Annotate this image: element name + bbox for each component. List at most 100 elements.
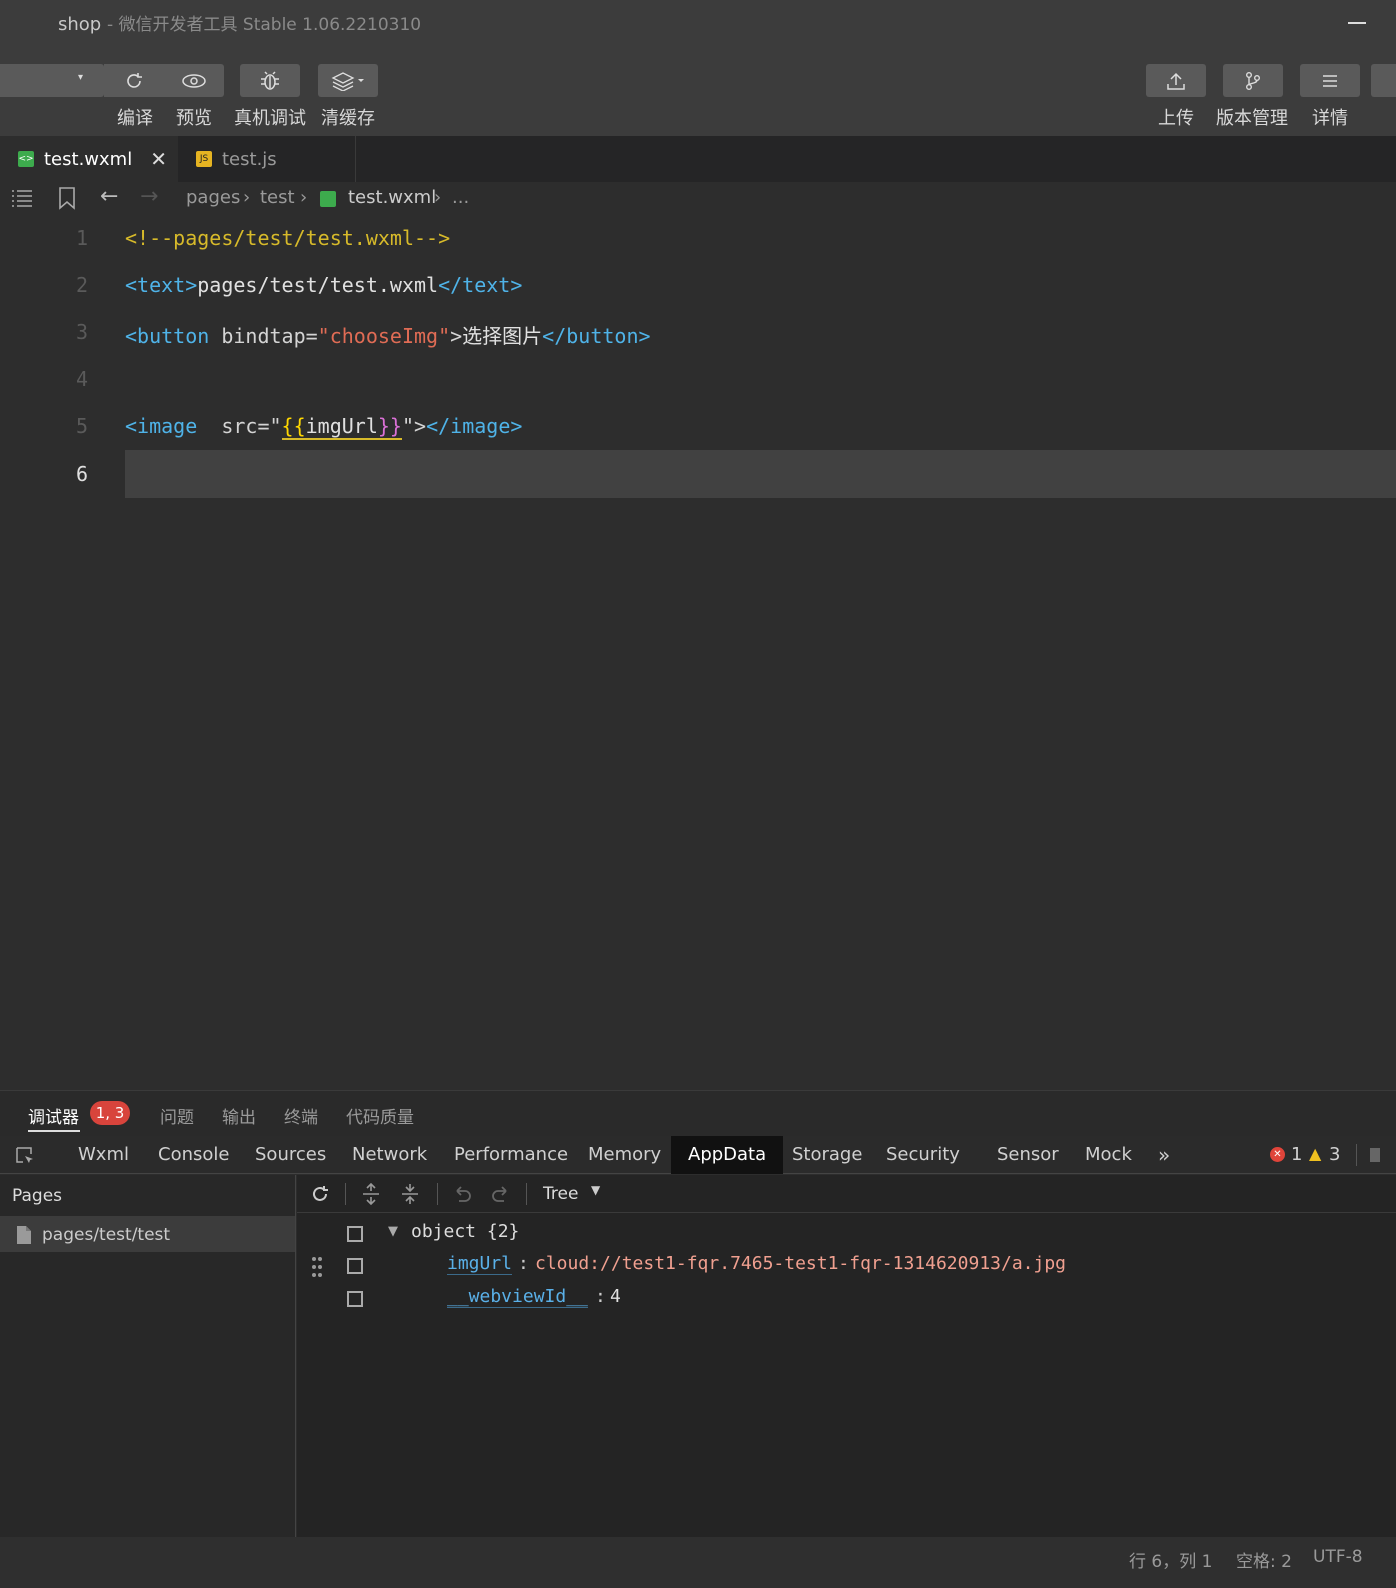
compile-label: 编译	[117, 108, 153, 129]
compile-button[interactable]	[104, 64, 164, 97]
error-count[interactable]: 1	[1291, 1136, 1302, 1174]
upload-button[interactable]	[1146, 64, 1206, 97]
window-title: shop - 微信开发者工具 Stable 1.06.2210310	[58, 14, 422, 35]
divider	[1356, 1144, 1357, 1166]
warning-icon[interactable]: ▲	[1309, 1144, 1321, 1163]
tab-issues[interactable]: 问题	[160, 1103, 194, 1128]
tab-code-quality[interactable]: 代码质量	[346, 1103, 414, 1128]
divider	[526, 1183, 527, 1205]
breadcrumb-more[interactable]: ...	[452, 187, 469, 208]
chevron-down-icon: ▾	[78, 72, 84, 83]
tab-debugger[interactable]: 调试器	[28, 1103, 79, 1128]
remote-debug-button[interactable]	[240, 64, 300, 97]
more-toolbar-button[interactable]	[1371, 64, 1396, 97]
data-key[interactable]: __webviewId__	[447, 1286, 588, 1308]
row-checkbox[interactable]	[347, 1291, 363, 1307]
divider	[437, 1183, 438, 1205]
line-number: 5	[75, 414, 88, 438]
more-tabs-icon[interactable]: »	[1158, 1136, 1170, 1174]
data-value[interactable]: cloud://test1-fqr.7465-test1-fqr-1314620…	[535, 1253, 1066, 1274]
indentation[interactable]: 空格: 2	[1236, 1547, 1292, 1572]
tab-output[interactable]: 输出	[222, 1103, 256, 1128]
clear-cache-button[interactable]	[318, 64, 378, 97]
chevron-down-icon[interactable]: ▼	[591, 1183, 600, 1197]
cursor-position[interactable]: 行 6，列 1	[1129, 1547, 1212, 1572]
bug-icon	[261, 70, 279, 90]
code-editor[interactable]: 1 2 3 4 5 6 <!--pages/test/test.wxml--> …	[0, 216, 1396, 1090]
preview-button[interactable]	[164, 64, 224, 97]
breadcrumb-test[interactable]: test	[260, 187, 295, 208]
collapse-all-icon[interactable]	[400, 1183, 420, 1205]
details-label: 详情	[1312, 108, 1348, 129]
redo-icon[interactable]	[490, 1183, 512, 1205]
outline-icon[interactable]	[10, 188, 34, 208]
line-number-current: 6	[75, 462, 88, 486]
gear-icon[interactable]	[1370, 1148, 1380, 1162]
details-button[interactable]	[1300, 64, 1360, 97]
line-number: 4	[75, 367, 88, 391]
undo-icon[interactable]	[451, 1183, 473, 1205]
divider	[345, 1183, 346, 1205]
view-mode-select[interactable]: Tree	[543, 1184, 578, 1204]
key-separator: :	[518, 1253, 529, 1274]
data-value[interactable]: 4	[610, 1286, 621, 1307]
status-bar: 行 6，列 1 空格: 2 UTF-8	[0, 1537, 1396, 1588]
devtab-wxml[interactable]: Wxml	[78, 1136, 129, 1174]
menu-icon	[1323, 74, 1337, 87]
refresh-icon[interactable]	[309, 1183, 331, 1205]
branch-icon	[1245, 71, 1260, 90]
devtab-performance[interactable]: Performance	[454, 1136, 568, 1174]
forward-arrow-icon[interactable]: →	[140, 184, 158, 209]
remote-debug-label: 真机调试	[234, 108, 306, 129]
upload-icon	[1167, 72, 1185, 90]
drag-handle-icon[interactable]	[311, 1256, 323, 1278]
minimize-icon[interactable]	[1348, 22, 1366, 24]
data-key[interactable]: imgUrl	[447, 1253, 513, 1275]
js-file-icon: JS	[196, 151, 212, 167]
line-number: 3	[75, 320, 88, 344]
error-count-badge: 1, 3	[90, 1101, 130, 1125]
breadcrumb-file[interactable]: test.wxml	[348, 187, 436, 208]
compile-mode-select[interactable]: ▾	[0, 64, 104, 97]
chevron-right-icon: ›	[434, 187, 442, 208]
devtab-appdata[interactable]: AppData	[671, 1136, 784, 1174]
devtab-storage[interactable]: Storage	[792, 1136, 862, 1174]
devtab-security[interactable]: Security	[886, 1136, 960, 1174]
title-bar: shop - 微信开发者工具 Stable 1.06.2210310	[0, 0, 1396, 46]
preview-label: 预览	[176, 108, 212, 129]
encoding[interactable]: UTF-8	[1313, 1547, 1363, 1567]
code-line-2: <text>pages/test/test.wxml</text>	[125, 273, 523, 297]
error-icon[interactable]: ✕	[1270, 1147, 1285, 1162]
inspect-element-icon[interactable]	[14, 1145, 36, 1167]
close-icon[interactable]: ✕	[150, 147, 167, 171]
file-tab-bar: <> test.wxml ✕ JS test.js	[0, 136, 1396, 182]
code-comment: <!--pages/test/test.wxml-->	[125, 226, 451, 250]
tab-label: test.wxml	[44, 148, 133, 170]
tab-test-js[interactable]: JS test.js	[178, 136, 356, 182]
expand-all-icon[interactable]	[361, 1183, 381, 1205]
wxml-file-icon: <>	[18, 151, 34, 167]
row-checkbox[interactable]	[347, 1258, 363, 1274]
refresh-icon	[127, 72, 142, 88]
current-line-highlight	[125, 450, 1396, 498]
tab-terminal[interactable]: 终端	[284, 1103, 318, 1128]
line-number: 1	[75, 226, 88, 250]
caret-down-icon[interactable]: ▼	[388, 1224, 398, 1239]
devtab-memory[interactable]: Memory	[588, 1136, 661, 1174]
upload-label: 上传	[1158, 108, 1194, 129]
devtab-sources[interactable]: Sources	[255, 1136, 326, 1174]
key-separator: :	[595, 1286, 606, 1307]
devtab-sensor[interactable]: Sensor	[997, 1136, 1059, 1174]
row-checkbox[interactable]	[347, 1226, 363, 1242]
devtools-tab-bar: Wxml Console Sources Network Performance…	[0, 1136, 1396, 1174]
tab-test-wxml[interactable]: <> test.wxml ✕	[0, 136, 178, 182]
chevron-right-icon: ›	[243, 187, 251, 208]
version-button[interactable]	[1223, 64, 1283, 97]
warning-count[interactable]: 3	[1329, 1136, 1340, 1174]
devtab-network[interactable]: Network	[352, 1136, 427, 1174]
breadcrumb-pages[interactable]: pages	[186, 187, 240, 208]
devtab-console[interactable]: Console	[158, 1136, 229, 1174]
bookmark-icon[interactable]	[58, 186, 76, 210]
devtab-mock[interactable]: Mock	[1085, 1136, 1132, 1174]
back-arrow-icon[interactable]: ←	[100, 184, 118, 209]
